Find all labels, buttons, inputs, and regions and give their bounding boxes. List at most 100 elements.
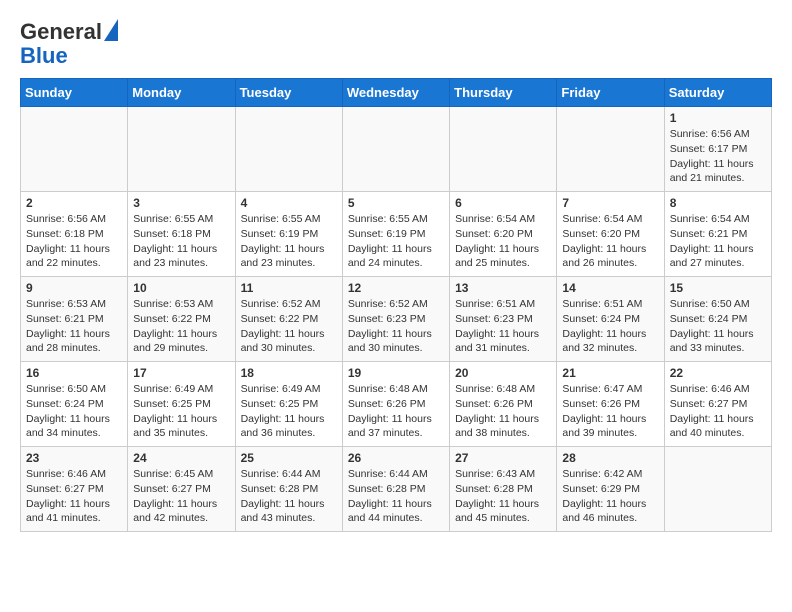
day-number: 10 [133, 281, 229, 295]
logo-arrow-icon [104, 19, 118, 41]
day-info: Sunrise: 6:46 AM Sunset: 6:27 PM Dayligh… [670, 382, 766, 441]
day-info: Sunrise: 6:56 AM Sunset: 6:18 PM Dayligh… [26, 212, 122, 271]
calendar-cell: 25 Sunrise: 6:44 AM Sunset: 6:28 PM Dayli… [235, 447, 342, 532]
day-info: Sunrise: 6:45 AM Sunset: 6:27 PM Dayligh… [133, 467, 229, 526]
calendar-cell: 19 Sunrise: 6:48 AM Sunset: 6:26 PM Dayli… [342, 362, 449, 447]
day-number: 25 [241, 451, 337, 465]
logo-general: General [20, 20, 102, 44]
calendar-cell: 16 Sunrise: 6:50 AM Sunset: 6:24 PM Dayli… [21, 362, 128, 447]
day-number: 15 [670, 281, 766, 295]
calendar-week-row: 2 Sunrise: 6:56 AM Sunset: 6:18 PM Daylig… [21, 192, 772, 277]
day-info: Sunrise: 6:56 AM Sunset: 6:17 PM Dayligh… [670, 127, 766, 186]
calendar-cell: 1 Sunrise: 6:56 AM Sunset: 6:17 PM Daylig… [664, 107, 771, 192]
day-number: 5 [348, 196, 444, 210]
day-number: 19 [348, 366, 444, 380]
day-info: Sunrise: 6:48 AM Sunset: 6:26 PM Dayligh… [348, 382, 444, 441]
calendar-cell: 14 Sunrise: 6:51 AM Sunset: 6:24 PM Dayli… [557, 277, 664, 362]
calendar-cell: 28 Sunrise: 6:42 AM Sunset: 6:29 PM Dayli… [557, 447, 664, 532]
page-header: General Blue [20, 20, 772, 68]
day-info: Sunrise: 6:54 AM Sunset: 6:20 PM Dayligh… [455, 212, 551, 271]
calendar-cell: 3 Sunrise: 6:55 AM Sunset: 6:18 PM Daylig… [128, 192, 235, 277]
day-info: Sunrise: 6:51 AM Sunset: 6:24 PM Dayligh… [562, 297, 658, 356]
day-info: Sunrise: 6:48 AM Sunset: 6:26 PM Dayligh… [455, 382, 551, 441]
day-info: Sunrise: 6:50 AM Sunset: 6:24 PM Dayligh… [670, 297, 766, 356]
calendar-cell: 5 Sunrise: 6:55 AM Sunset: 6:19 PM Daylig… [342, 192, 449, 277]
calendar-cell [128, 107, 235, 192]
calendar-cell: 10Sunrise: 6:53 AM Sunset: 6:22 PM Dayli… [128, 277, 235, 362]
calendar-cell [664, 447, 771, 532]
day-info: Sunrise: 6:55 AM Sunset: 6:19 PM Dayligh… [348, 212, 444, 271]
calendar-cell: 23Sunrise: 6:46 AM Sunset: 6:27 PM Dayli… [21, 447, 128, 532]
day-info: Sunrise: 6:44 AM Sunset: 6:28 PM Dayligh… [241, 467, 337, 526]
day-info: Sunrise: 6:53 AM Sunset: 6:21 PM Dayligh… [26, 297, 122, 356]
day-info: Sunrise: 6:51 AM Sunset: 6:23 PM Dayligh… [455, 297, 551, 356]
day-number: 18 [241, 366, 337, 380]
calendar-cell: 8 Sunrise: 6:54 AM Sunset: 6:21 PM Daylig… [664, 192, 771, 277]
logo-blue: Blue [20, 44, 118, 68]
calendar-cell: 6 Sunrise: 6:54 AM Sunset: 6:20 PM Daylig… [450, 192, 557, 277]
day-number: 22 [670, 366, 766, 380]
calendar-cell [557, 107, 664, 192]
day-info: Sunrise: 6:52 AM Sunset: 6:23 PM Dayligh… [348, 297, 444, 356]
day-info: Sunrise: 6:49 AM Sunset: 6:25 PM Dayligh… [133, 382, 229, 441]
day-number: 7 [562, 196, 658, 210]
day-info: Sunrise: 6:43 AM Sunset: 6:28 PM Dayligh… [455, 467, 551, 526]
day-number: 3 [133, 196, 229, 210]
day-number: 27 [455, 451, 551, 465]
day-info: Sunrise: 6:55 AM Sunset: 6:19 PM Dayligh… [241, 212, 337, 271]
day-number: 11 [241, 281, 337, 295]
day-number: 4 [241, 196, 337, 210]
day-info: Sunrise: 6:52 AM Sunset: 6:22 PM Dayligh… [241, 297, 337, 356]
calendar-cell: 9 Sunrise: 6:53 AM Sunset: 6:21 PM Daylig… [21, 277, 128, 362]
logo: General Blue [20, 20, 118, 68]
calendar-week-row: 23Sunrise: 6:46 AM Sunset: 6:27 PM Dayli… [21, 447, 772, 532]
header-thursday: Thursday [450, 79, 557, 107]
calendar-week-row: 9 Sunrise: 6:53 AM Sunset: 6:21 PM Daylig… [21, 277, 772, 362]
calendar-cell: 4 Sunrise: 6:55 AM Sunset: 6:19 PM Daylig… [235, 192, 342, 277]
header-monday: Monday [128, 79, 235, 107]
calendar-cell: 18 Sunrise: 6:49 AM Sunset: 6:25 PM Dayli… [235, 362, 342, 447]
day-number: 6 [455, 196, 551, 210]
day-number: 28 [562, 451, 658, 465]
calendar-cell: 7 Sunrise: 6:54 AM Sunset: 6:20 PM Daylig… [557, 192, 664, 277]
day-number: 20 [455, 366, 551, 380]
calendar-header-row: SundayMondayTuesdayWednesdayThursdayFrid… [21, 79, 772, 107]
day-info: Sunrise: 6:54 AM Sunset: 6:21 PM Dayligh… [670, 212, 766, 271]
day-number: 17 [133, 366, 229, 380]
calendar-cell [235, 107, 342, 192]
header-wednesday: Wednesday [342, 79, 449, 107]
day-number: 23 [26, 451, 122, 465]
header-sunday: Sunday [21, 79, 128, 107]
calendar-cell: 27 Sunrise: 6:43 AM Sunset: 6:28 PM Dayli… [450, 447, 557, 532]
calendar-cell: 20 Sunrise: 6:48 AM Sunset: 6:26 PM Dayli… [450, 362, 557, 447]
day-number: 9 [26, 281, 122, 295]
day-number: 1 [670, 111, 766, 125]
day-number: 26 [348, 451, 444, 465]
calendar-cell: 13 Sunrise: 6:51 AM Sunset: 6:23 PM Dayli… [450, 277, 557, 362]
calendar-cell: 17 Sunrise: 6:49 AM Sunset: 6:25 PM Dayli… [128, 362, 235, 447]
day-info: Sunrise: 6:55 AM Sunset: 6:18 PM Dayligh… [133, 212, 229, 271]
calendar-cell: 12 Sunrise: 6:52 AM Sunset: 6:23 PM Dayli… [342, 277, 449, 362]
calendar-cell: 22 Sunrise: 6:46 AM Sunset: 6:27 PM Dayli… [664, 362, 771, 447]
day-number: 2 [26, 196, 122, 210]
calendar-cell: 26Sunrise: 6:44 AM Sunset: 6:28 PM Dayli… [342, 447, 449, 532]
calendar-cell [450, 107, 557, 192]
calendar-cell: 24 Sunrise: 6:45 AM Sunset: 6:27 PM Dayli… [128, 447, 235, 532]
calendar-cell: 11 Sunrise: 6:52 AM Sunset: 6:22 PM Dayli… [235, 277, 342, 362]
day-info: Sunrise: 6:49 AM Sunset: 6:25 PM Dayligh… [241, 382, 337, 441]
header-friday: Friday [557, 79, 664, 107]
calendar-table: SundayMondayTuesdayWednesdayThursdayFrid… [20, 78, 772, 532]
day-number: 24 [133, 451, 229, 465]
calendar-cell [342, 107, 449, 192]
day-info: Sunrise: 6:42 AM Sunset: 6:29 PM Dayligh… [562, 467, 658, 526]
day-number: 12 [348, 281, 444, 295]
day-info: Sunrise: 6:54 AM Sunset: 6:20 PM Dayligh… [562, 212, 658, 271]
day-number: 13 [455, 281, 551, 295]
calendar-cell [21, 107, 128, 192]
day-number: 8 [670, 196, 766, 210]
day-info: Sunrise: 6:50 AM Sunset: 6:24 PM Dayligh… [26, 382, 122, 441]
day-number: 14 [562, 281, 658, 295]
day-number: 16 [26, 366, 122, 380]
calendar-week-row: 1 Sunrise: 6:56 AM Sunset: 6:17 PM Daylig… [21, 107, 772, 192]
header-tuesday: Tuesday [235, 79, 342, 107]
